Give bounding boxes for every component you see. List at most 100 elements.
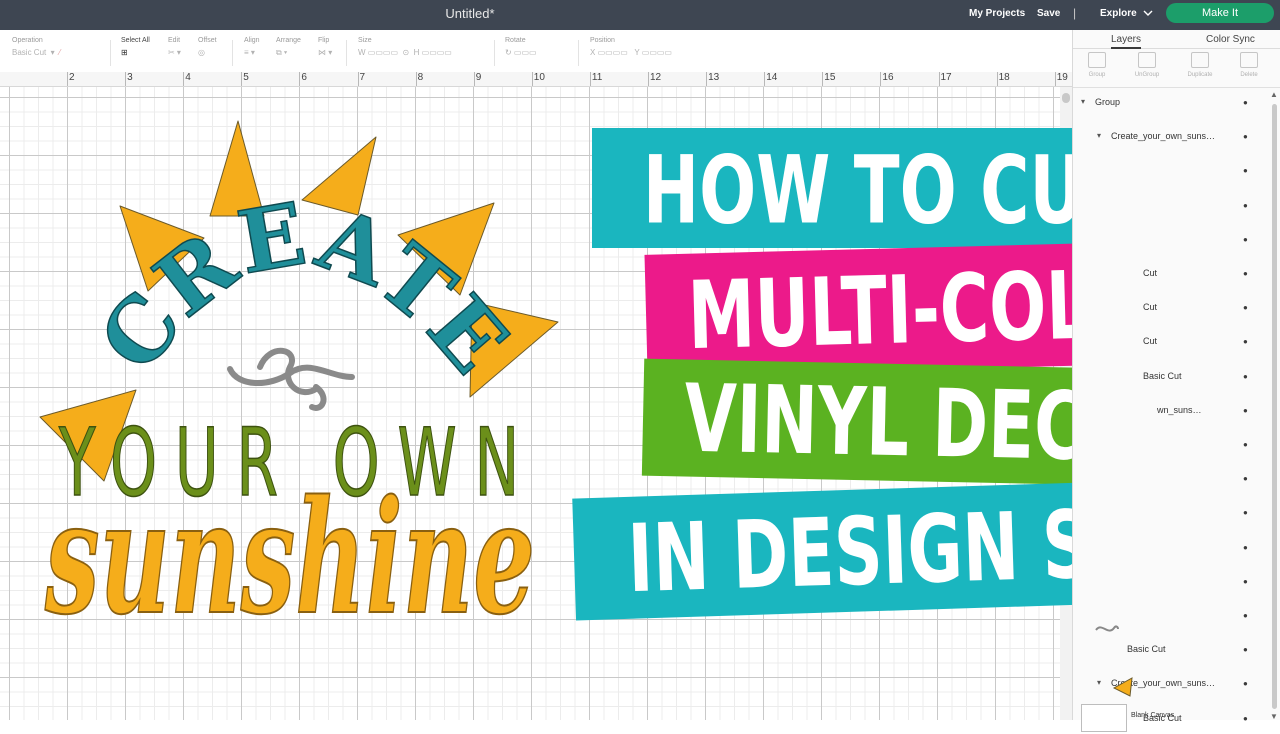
eye-icon[interactable]: ● (1243, 201, 1248, 210)
explore-label: Explore (1100, 8, 1137, 19)
operation-select[interactable]: Basic Cut ▾ ⁄ (12, 48, 60, 62)
layer-row[interactable]: Cut ● (1073, 293, 1269, 323)
layer-row[interactable]: ▾ Group ● (1073, 88, 1269, 118)
rotate-icon[interactable]: ↻ ▭▭▭ (505, 48, 537, 62)
save-button[interactable]: Save (1037, 8, 1060, 19)
layer-row[interactable]: ● (1073, 533, 1269, 563)
scissors-icon[interactable]: ✂ ▾ (168, 48, 181, 62)
ruler-tick (241, 72, 243, 86)
arrange-label: Arrange (276, 37, 301, 44)
eye-icon[interactable]: ● (1243, 269, 1248, 278)
size-group[interactable]: Size W ▭▭▭▭ ⊙ H ▭▭▭▭ (358, 37, 452, 62)
flip-icon[interactable]: ⋈ ▾ (318, 48, 332, 62)
blank-canvas-swatch[interactable] (1081, 704, 1127, 732)
ruler-tick (125, 72, 127, 86)
panel-scrollbar-thumb[interactable] (1272, 104, 1277, 709)
eye-icon[interactable]: ● (1243, 440, 1248, 449)
ruler-tick (473, 72, 475, 86)
layer-row[interactable]: ● (1073, 156, 1269, 186)
eye-icon[interactable]: ● (1243, 337, 1248, 346)
eye-icon[interactable]: ● (1243, 611, 1248, 620)
scroll-up-icon[interactable]: ▲ (1270, 90, 1278, 99)
eye-icon[interactable]: ● (1243, 235, 1248, 244)
ruler-tick (938, 72, 940, 86)
rotate-label: Rotate (505, 37, 526, 44)
eye-icon[interactable]: ● (1243, 474, 1248, 483)
operation-group[interactable]: Operation Basic Cut ▾ ⁄ (12, 37, 60, 62)
align-group[interactable]: Align ≡ ▾ (244, 37, 260, 62)
layer-row[interactable]: Cut ● (1073, 259, 1269, 289)
tab-layers[interactable]: Layers (1111, 34, 1142, 49)
ruler-label: 14 (766, 72, 778, 83)
eye-icon[interactable]: ● (1243, 303, 1248, 312)
eye-icon[interactable]: ● (1243, 132, 1248, 141)
caret-down-icon[interactable]: ▾ (1097, 678, 1101, 687)
ruler-label: 11 (591, 72, 603, 83)
position-fields[interactable]: X ▭▭▭▭ Y ▭▭▭▭ (590, 48, 672, 62)
align-icon[interactable]: ≡ ▾ (244, 48, 260, 62)
delete-tool[interactable]: Delete (1229, 52, 1269, 78)
scrollbar-thumb[interactable] (1062, 93, 1070, 103)
panel-scrollbar[interactable]: ▲ ▼ (1270, 90, 1280, 721)
duplicate-tool[interactable]: Duplicate (1180, 52, 1220, 78)
ruler-tick (415, 72, 417, 86)
design-artwork[interactable]: CREATE YOUR OWN sunshine (0, 87, 600, 720)
offset-icon[interactable]: ◎ (198, 48, 217, 62)
explore-menu[interactable]: Explore (1100, 8, 1153, 19)
eye-icon[interactable]: ● (1243, 98, 1248, 107)
offset-label: Offset (198, 37, 217, 44)
position-group[interactable]: Position X ▭▭▭▭ Y ▭▭▭▭ (590, 37, 672, 62)
tab-color-sync[interactable]: Color Sync (1206, 34, 1255, 45)
layers-panel: Layers Color Sync Group UnGroup Duplicat… (1072, 30, 1280, 723)
ruler-label: 13 (708, 72, 720, 83)
layer-row[interactable]: wn_suns… ● (1073, 396, 1269, 426)
layer-row[interactable]: Cut ● (1073, 327, 1269, 357)
my-projects-link[interactable]: My Projects (969, 8, 1025, 19)
ungroup-tool[interactable]: UnGroup (1127, 52, 1167, 78)
layer-row[interactable]: ● (1073, 498, 1269, 528)
select-all-icon[interactable]: ⊞ (121, 48, 150, 62)
layer-row[interactable]: ● (1073, 191, 1269, 221)
blank-canvas-label: Blank Canvas (1131, 712, 1175, 719)
toolbar-divider (232, 40, 233, 66)
group-tool[interactable]: Group (1077, 52, 1117, 78)
arrange-group[interactable]: Arrange ⧉ ▾ (276, 37, 301, 62)
flip-group[interactable]: Flip ⋈ ▾ (318, 37, 332, 62)
caret-down-icon[interactable]: ▾ (1081, 97, 1085, 106)
eye-icon[interactable]: ● (1243, 679, 1248, 688)
eye-icon[interactable]: ● (1243, 508, 1248, 517)
eye-icon[interactable]: ● (1243, 166, 1248, 175)
layer-row[interactable]: ● (1073, 225, 1269, 255)
eye-icon[interactable]: ● (1243, 406, 1248, 415)
make-it-button[interactable]: Make It (1166, 3, 1274, 23)
eye-icon[interactable]: ● (1243, 714, 1248, 723)
size-label: Size (358, 37, 372, 44)
layer-row[interactable]: ● (1073, 464, 1269, 494)
ruler-tick (1054, 72, 1056, 86)
ruler-label: 4 (185, 72, 191, 83)
rotate-group[interactable]: Rotate ↻ ▭▭▭ (505, 37, 537, 62)
layer-row[interactable]: ● (1073, 567, 1269, 597)
edit-group[interactable]: Edit ✂ ▾ (168, 37, 181, 62)
select-all-group[interactable]: Select All ⊞ (121, 37, 150, 62)
ruler-tick (648, 72, 649, 86)
layer-row[interactable]: ▾ Create_your_own_suns… ● (1073, 669, 1269, 699)
eye-icon[interactable]: ● (1243, 577, 1248, 586)
layer-row[interactable]: ● (1073, 430, 1269, 460)
caret-down-icon[interactable]: ▾ (1097, 131, 1101, 140)
ruler-label: 17 (940, 72, 952, 83)
layer-row[interactable]: ▾ Create_your_own_suns… ● (1073, 122, 1269, 152)
eye-icon[interactable]: ● (1243, 543, 1248, 552)
offset-group[interactable]: Offset ◎ (198, 37, 217, 62)
ruler-label: 19 (1056, 72, 1068, 83)
toolbar-divider (110, 40, 111, 66)
layer-row[interactable]: Basic Cut ● (1073, 635, 1269, 665)
arrange-icon[interactable]: ⧉ ▾ (276, 48, 301, 62)
eye-icon[interactable]: ● (1243, 645, 1248, 654)
size-fields[interactable]: W ▭▭▭▭ ⊙ H ▭▭▭▭ (358, 48, 452, 62)
ruler-label: 16 (882, 72, 894, 83)
layer-row[interactable]: Basic Cut ● (1073, 362, 1269, 392)
swirl-thumbnail (1095, 625, 1119, 632)
eye-icon[interactable]: ● (1243, 372, 1248, 381)
ruler-label: 6 (301, 72, 307, 83)
